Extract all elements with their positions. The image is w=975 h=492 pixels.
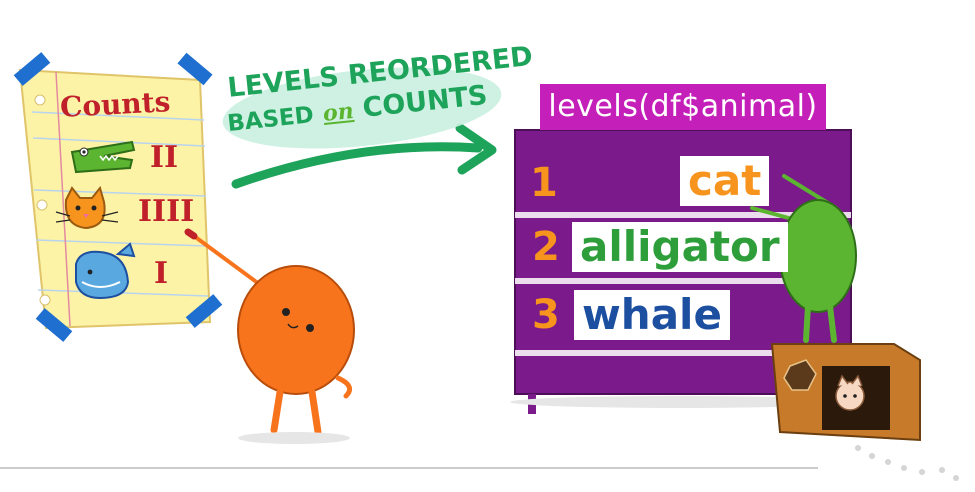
caption-based: BASED	[226, 102, 316, 138]
rank-2: 2	[532, 224, 560, 270]
orange-monster	[184, 228, 355, 444]
counts-title: Counts	[59, 85, 172, 124]
rank-3: 3	[532, 292, 560, 338]
level-card-alligator: alligator	[572, 222, 788, 272]
tally-cat: IIII	[138, 194, 195, 229]
cardboard-box	[770, 343, 921, 442]
rank-1: 1	[530, 160, 558, 206]
tally-whale: I	[154, 256, 169, 291]
level-card-cat: cat	[680, 156, 770, 206]
caption-on: on	[321, 97, 355, 128]
board-title: levels(df$animal)	[540, 84, 826, 130]
curved-arrow	[231, 142, 483, 189]
level-card-whale: whale	[574, 290, 730, 340]
paw-prints	[855, 445, 959, 481]
tally-alligator: II	[150, 140, 179, 175]
